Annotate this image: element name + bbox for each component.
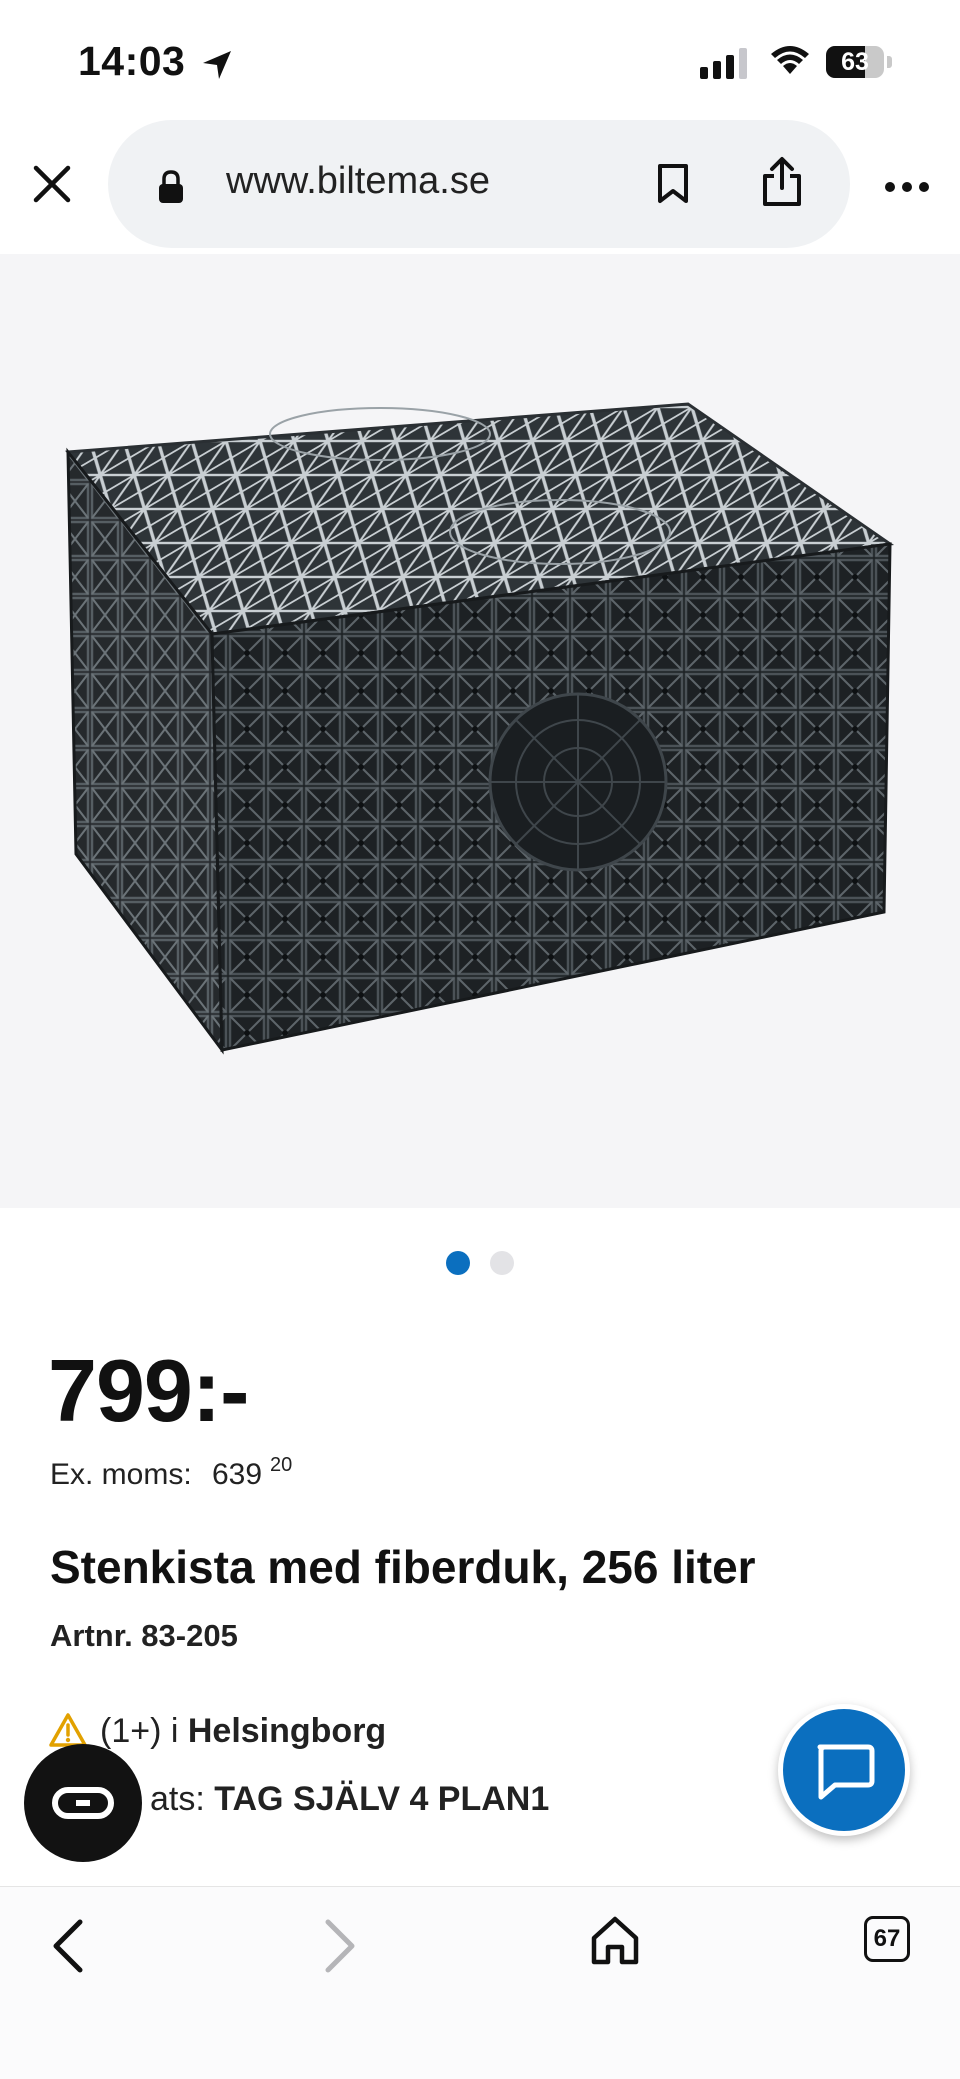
ex-moms-label: Ex. moms: bbox=[50, 1458, 192, 1491]
shelf-location: ats: TAG SJÄLV 4 PLAN1 bbox=[150, 1780, 549, 1819]
wifi-icon bbox=[770, 44, 810, 81]
product-image[interactable] bbox=[0, 254, 960, 1208]
stock-status[interactable]: (1+) i Helsingborg bbox=[100, 1712, 386, 1751]
location-arrow-icon bbox=[200, 48, 234, 87]
shelf-location-label: ats: bbox=[150, 1780, 215, 1818]
lock-icon bbox=[156, 169, 186, 210]
status-time: 14:03 bbox=[78, 38, 186, 84]
forward-icon[interactable] bbox=[318, 1916, 362, 1981]
carousel-dot[interactable] bbox=[490, 1251, 514, 1275]
more-options-icon[interactable] bbox=[884, 180, 930, 198]
bottom-toolbar bbox=[0, 1886, 960, 2079]
ex-moms-price: 639 bbox=[212, 1458, 263, 1491]
battery-icon: 63 bbox=[826, 46, 896, 78]
stock-store[interactable]: Helsingborg bbox=[188, 1712, 386, 1750]
share-icon[interactable] bbox=[760, 156, 804, 213]
cellular-signal-icon bbox=[700, 48, 747, 79]
battery-level: 63 bbox=[841, 48, 869, 76]
product-title: Stenkista med fiberduk, 256 liter bbox=[50, 1541, 756, 1593]
bookmark-icon[interactable] bbox=[655, 163, 691, 210]
chat-button[interactable] bbox=[778, 1704, 910, 1836]
tabs-count-icon[interactable]: 67 bbox=[864, 1916, 910, 1962]
back-icon[interactable] bbox=[46, 1916, 90, 1981]
product-price: 799:- bbox=[48, 1341, 249, 1440]
close-icon[interactable] bbox=[30, 162, 74, 206]
article-number: Artnr. 83-205 bbox=[50, 1618, 238, 1653]
ex-moms-price-decimals: 20 bbox=[270, 1454, 293, 1476]
url-text[interactable]: www.biltema.se bbox=[226, 160, 490, 203]
shelf-location-value: TAG SJÄLV 4 PLAN1 bbox=[214, 1780, 550, 1818]
accessibility-toggle-button[interactable] bbox=[24, 1744, 142, 1862]
carousel-dot-active[interactable] bbox=[446, 1251, 470, 1275]
home-icon[interactable] bbox=[588, 1914, 642, 1973]
